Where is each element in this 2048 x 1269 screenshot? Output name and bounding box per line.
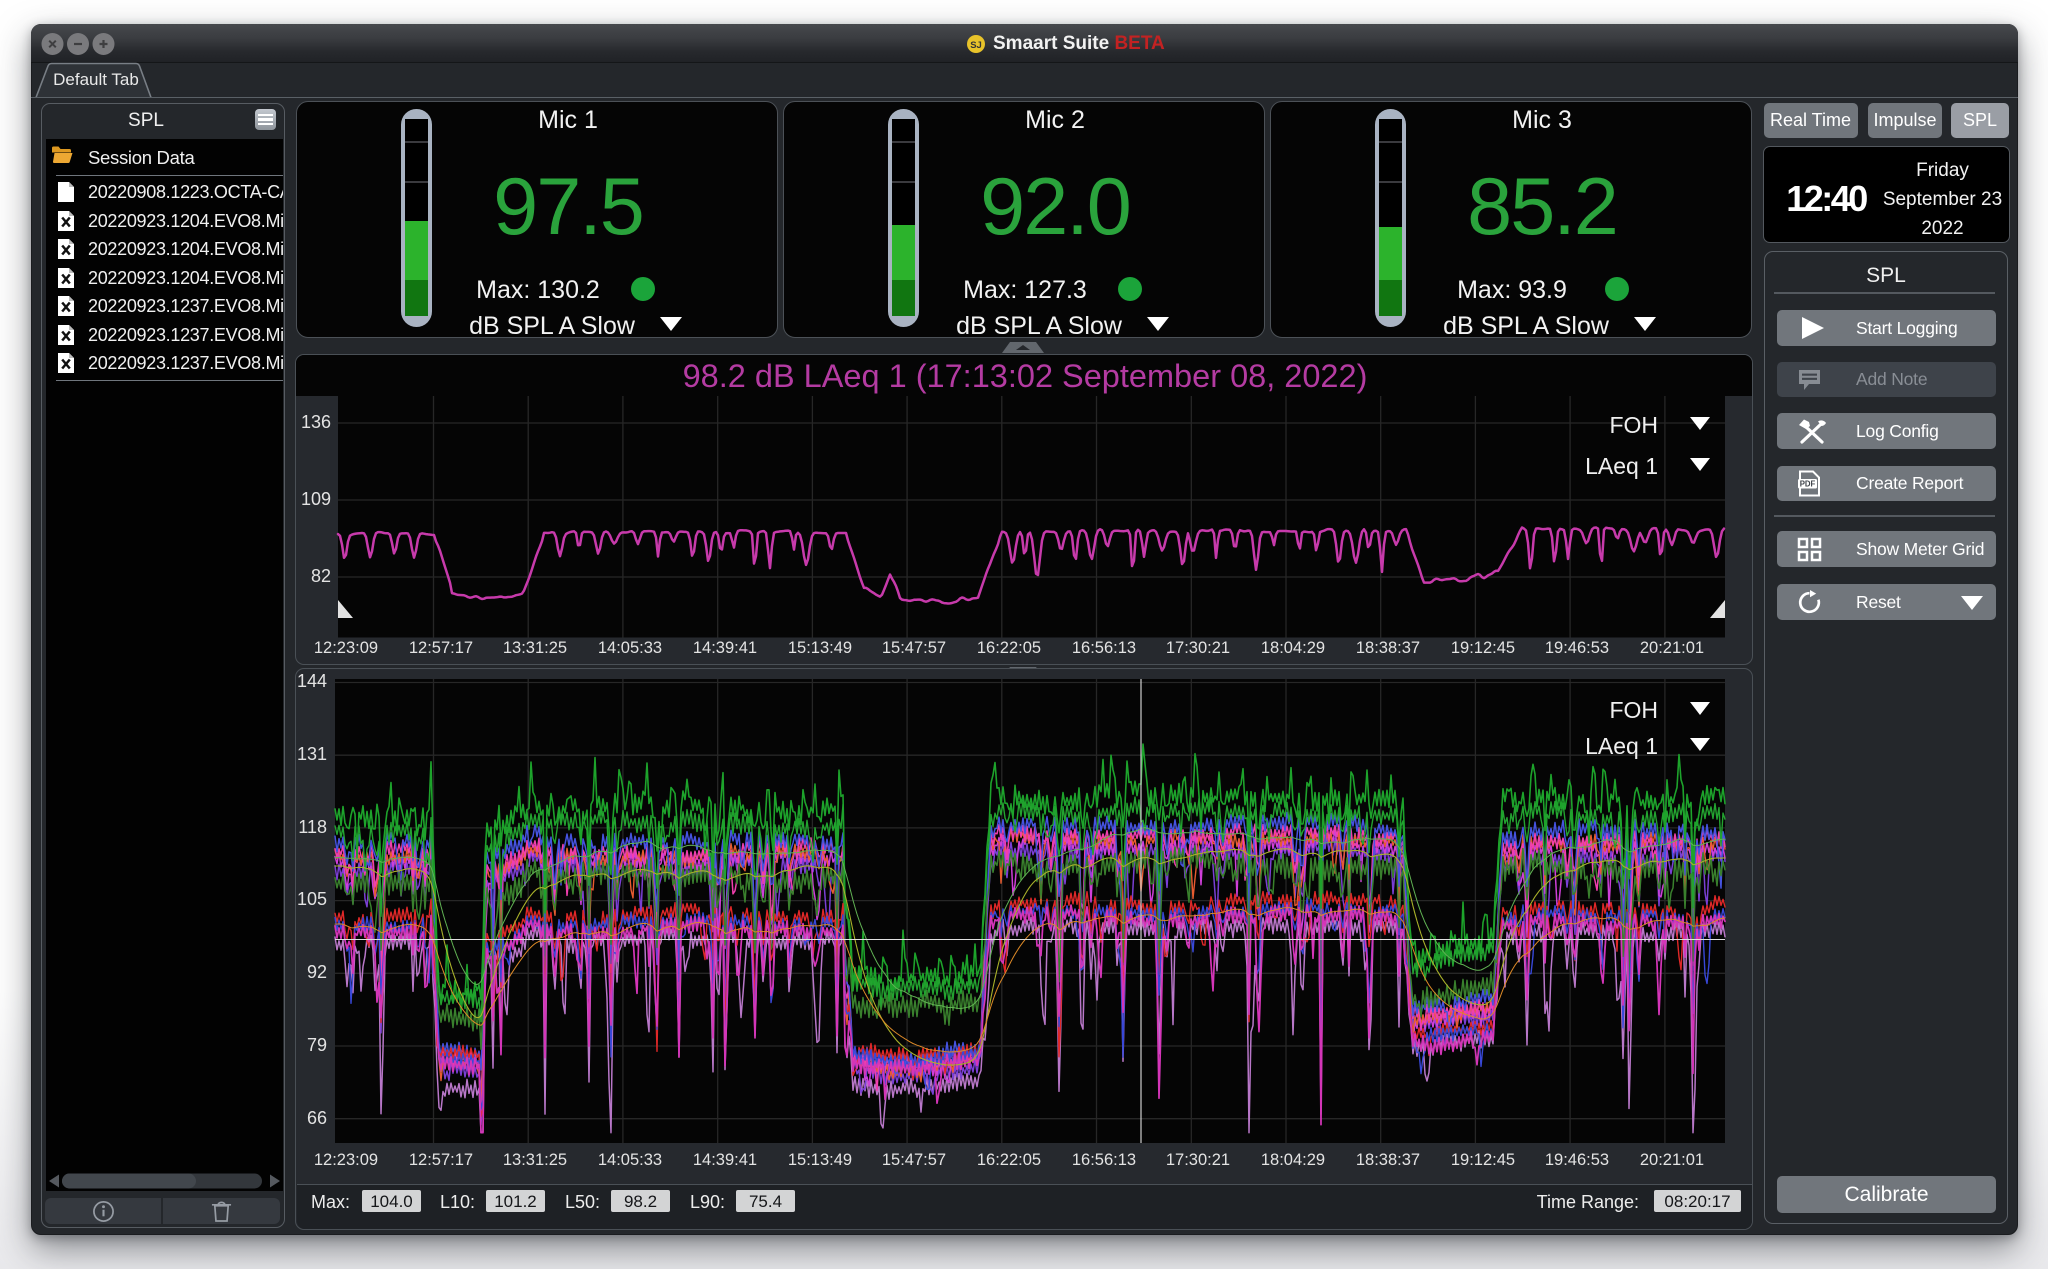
svg-text:PDF: PDF [1800,480,1816,489]
